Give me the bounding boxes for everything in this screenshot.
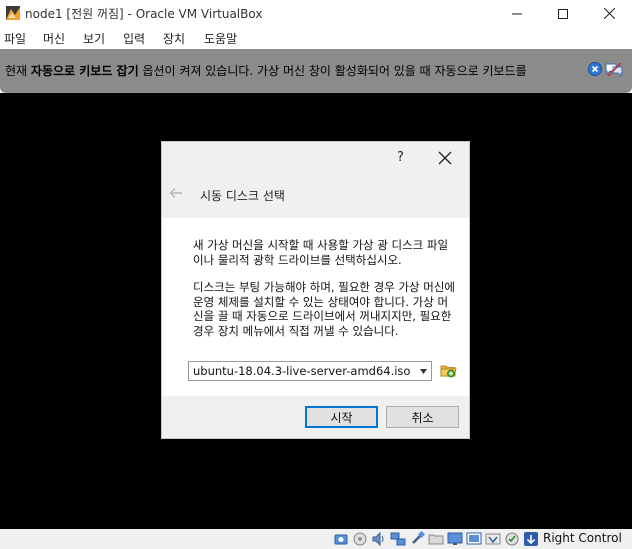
menu-devices[interactable]: 장치 bbox=[163, 30, 185, 47]
notification-bar: 현재 자동으로 키보드 잡기 옵션이 켜져 있습니다. 가상 머신 창이 활성화… bbox=[0, 49, 632, 93]
dialog-content: 새 가상 머신을 시작할 때 사용할 가상 광 디스크 파일이나 물리적 광학 … bbox=[162, 218, 469, 396]
window-title: node1 [전원 꺼짐] - Oracle VM VirtualBox bbox=[25, 7, 263, 21]
instruction-text: 새 가상 머신을 시작할 때 사용할 가상 광 디스크 파일이나 물리적 광학 … bbox=[193, 238, 449, 267]
close-circle-icon[interactable] bbox=[588, 62, 602, 76]
dialog-heading: 시동 디스크 선택 bbox=[200, 189, 285, 203]
usb-icon[interactable] bbox=[409, 531, 425, 547]
audio-icon[interactable] bbox=[371, 531, 387, 547]
disk-select-value: ubuntu-18.04.3-live-server-amd64.iso bbox=[193, 364, 411, 378]
dialog-close-icon[interactable] bbox=[438, 151, 452, 165]
menu-machine[interactable]: 머신 bbox=[43, 30, 65, 47]
cpu-icon[interactable] bbox=[504, 531, 520, 547]
menu-help[interactable]: 도움말 bbox=[204, 30, 237, 47]
cancel-button[interactable]: 취소 bbox=[386, 406, 459, 428]
menu-bar: 파일 머신 보기 입력 장치 도움말 bbox=[0, 27, 632, 49]
open-disk-folder-icon[interactable] bbox=[440, 362, 457, 379]
close-button[interactable] bbox=[586, 0, 632, 27]
back-arrow-icon[interactable] bbox=[169, 187, 183, 199]
do-not-show-again-icon[interactable] bbox=[605, 61, 623, 77]
status-bar: Right Control bbox=[0, 529, 632, 549]
maximize-icon bbox=[558, 8, 568, 19]
display-icon[interactable] bbox=[447, 531, 463, 547]
startup-disk-dialog: ? 시동 디스크 선택 새 가상 머신을 시작할 때 사용할 가상 광 디스크 … bbox=[161, 141, 470, 439]
hard-disk-icon[interactable] bbox=[333, 531, 349, 547]
recording-icon[interactable] bbox=[485, 531, 501, 547]
boot-disk-note: 디스크는 부팅 가능해야 하며, 필요한 경우 가상 머신에 운영 체제를 설치… bbox=[193, 280, 456, 339]
start-button[interactable]: 시작 bbox=[305, 406, 378, 428]
shared-folders-icon[interactable] bbox=[428, 531, 444, 547]
virtualbox-icon bbox=[6, 6, 20, 20]
network-icon[interactable] bbox=[390, 531, 406, 547]
host-key-arrow-icon[interactable] bbox=[523, 531, 539, 547]
optical-drive-icon[interactable] bbox=[352, 531, 368, 547]
disk-select[interactable]: ubuntu-18.04.3-live-server-amd64.iso bbox=[188, 361, 432, 381]
maximize-button[interactable] bbox=[540, 0, 586, 27]
minimize-icon bbox=[512, 13, 522, 14]
chevron-down-icon bbox=[420, 369, 427, 374]
menu-input[interactable]: 입력 bbox=[123, 30, 145, 47]
help-button[interactable]: ? bbox=[397, 150, 404, 165]
minimize-button[interactable] bbox=[494, 0, 540, 27]
menu-file[interactable]: 파일 bbox=[4, 30, 26, 47]
screen-capture-icon[interactable] bbox=[466, 531, 482, 547]
menu-view[interactable]: 보기 bbox=[83, 30, 105, 47]
notification-message: 현재 자동으로 키보드 잡기 옵션이 켜져 있습니다. 가상 머신 창이 활성화… bbox=[5, 64, 527, 78]
title-bar: node1 [전원 꺼짐] - Oracle VM VirtualBox bbox=[0, 0, 632, 27]
host-key-label: Right Control bbox=[543, 531, 622, 545]
close-icon bbox=[603, 8, 615, 19]
